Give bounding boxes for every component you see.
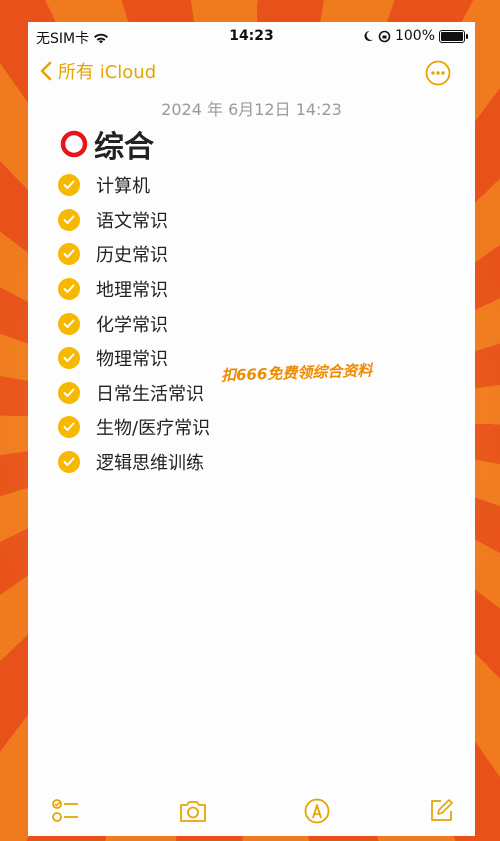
checkmark-circle-icon[interactable] (58, 347, 80, 370)
phone-screen: 无SIM卡 14:23 100% 所有 iCloud 2024 年 6月12日 … (28, 22, 475, 836)
checklist-item-label: 历史常识 (96, 245, 168, 267)
checklist-item: 历史常识 (58, 237, 210, 272)
checkmark-circle-icon[interactable] (58, 381, 80, 404)
back-label: 所有 iCloud (58, 62, 157, 83)
checklist-item-label: 物理常识 (96, 349, 168, 371)
ellipsis-circle-icon[interactable] (425, 60, 451, 86)
checkmark-circle-icon[interactable] (58, 312, 80, 335)
status-bar: 无SIM卡 14:23 100% (28, 22, 475, 52)
checklist-item: 日常生活常识 (58, 376, 210, 411)
checklist: 计算机语文常识历史常识地理常识化学常识物理常识日常生活常识 生物/医疗常识 逻辑思维… (58, 168, 210, 479)
markup-pen-icon[interactable] (304, 798, 330, 824)
compose-icon[interactable] (428, 798, 454, 824)
camera-icon[interactable] (178, 798, 208, 824)
bottom-toolbar (28, 788, 475, 836)
checkmark-circle-icon[interactable] (58, 208, 80, 231)
back-button[interactable]: 所有 iCloud (40, 58, 156, 84)
battery-fill (441, 31, 463, 41)
checklist-item-label: 日常生活常识 (96, 383, 204, 405)
checklist-item-label: 计算机 (96, 176, 150, 198)
checklist-item: 物理常识 (58, 341, 210, 376)
chevron-left-icon (40, 61, 52, 81)
checkmark-circle-icon[interactable] (58, 451, 80, 474)
checklist-item-label: 生物/医疗常识 (96, 418, 211, 440)
checklist-item-label: 逻辑思维训练 (96, 453, 204, 475)
checklist-item: 计算机 (58, 168, 210, 203)
checklist-icon[interactable] (52, 798, 80, 824)
battery-icon (439, 29, 468, 43)
red-circle-icon (60, 130, 88, 158)
checklist-item: 生物/医疗常识 (58, 410, 210, 445)
checklist-item: 语文常识 (58, 203, 210, 238)
watermark-text: 扣666免费领综合资料 (220, 361, 373, 385)
checklist-item-label: 地理常识 (96, 280, 168, 302)
checkmark-circle-icon[interactable] (58, 278, 80, 301)
orientation-lock-icon (378, 30, 391, 42)
status-right: 100% (362, 28, 468, 44)
note-title-row: 综合 (60, 122, 154, 166)
checkmark-circle-icon[interactable] (58, 416, 80, 439)
checklist-item: 逻辑思维训练 (58, 445, 210, 480)
note-title: 综合 (94, 130, 154, 165)
checklist-item: 化学常识 (58, 306, 210, 341)
moon-icon (364, 31, 373, 41)
nav-bar: 所有 iCloud (28, 56, 475, 90)
checkmark-circle-icon[interactable] (58, 174, 80, 197)
battery-percent: 100% (394, 28, 435, 44)
checkmark-circle-icon[interactable] (58, 243, 80, 266)
note-date: 2024 年 6月12日 14:23 (161, 100, 342, 119)
checklist-item-label: 语文常识 (96, 210, 168, 232)
checklist-item: 地理常识 (58, 272, 210, 307)
checklist-item-label: 化学常识 (96, 314, 168, 336)
